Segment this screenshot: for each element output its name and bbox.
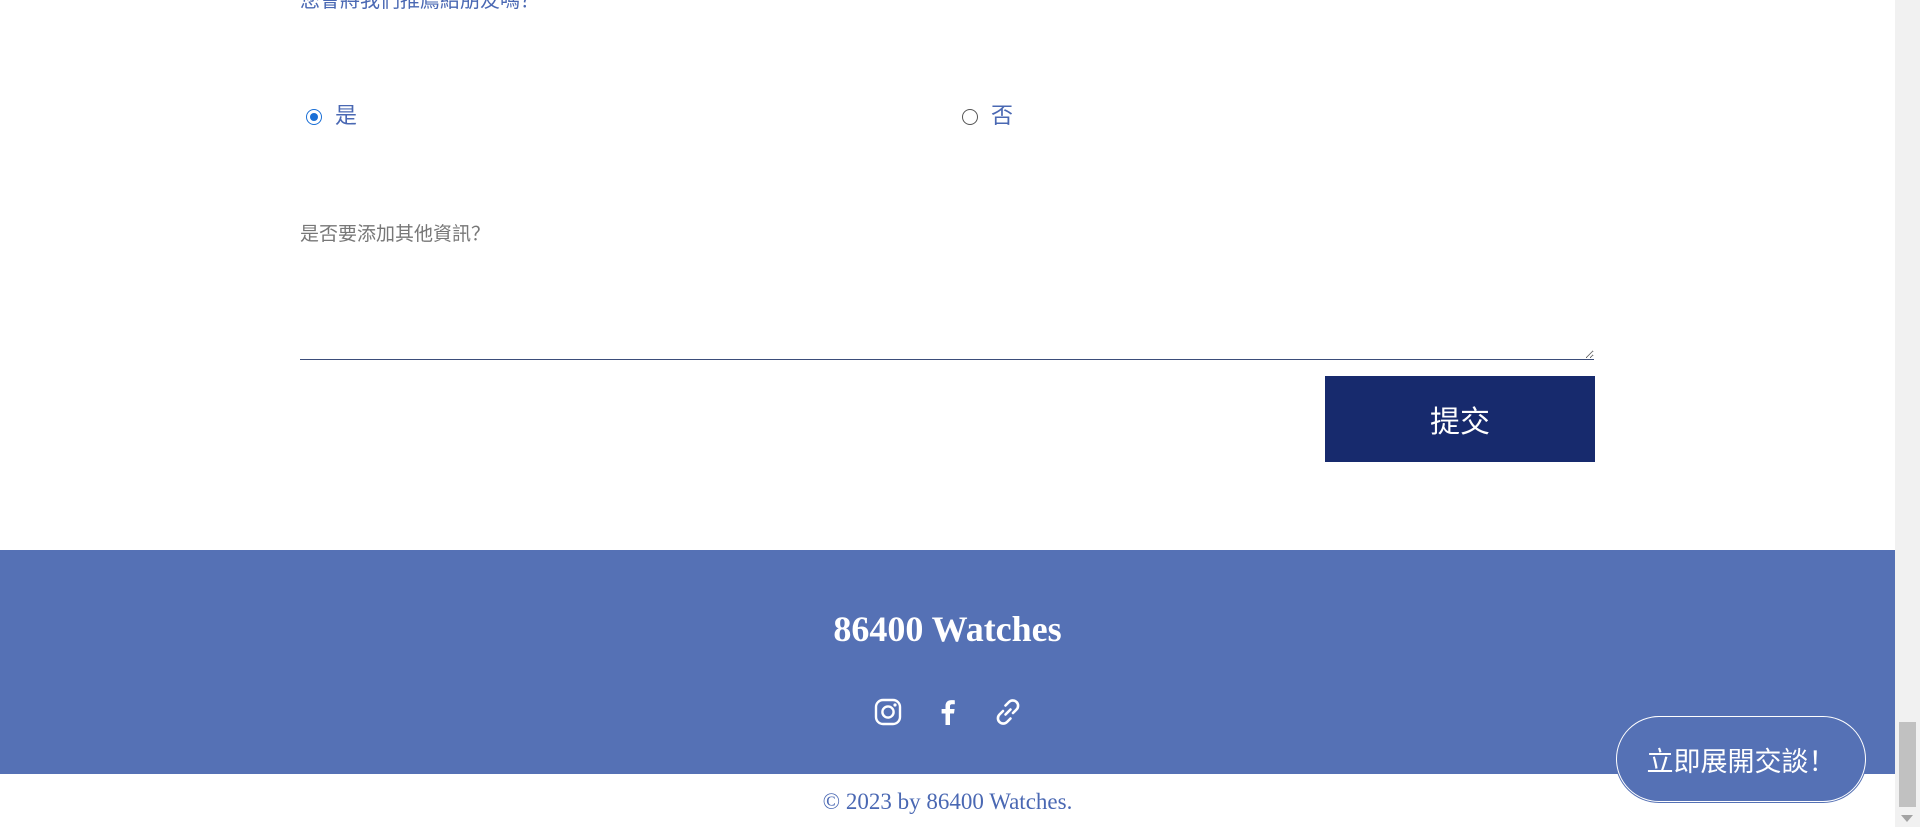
- radio-label-yes: 是: [335, 104, 358, 129]
- scroll-down-arrow-icon[interactable]: [1901, 815, 1913, 822]
- link-icon[interactable]: [992, 694, 1024, 730]
- copyright-text: © 2023 by 86400 Watches.: [822, 789, 1073, 814]
- extra-info-label: 是否要添加其他資訊？: [300, 223, 491, 245]
- social-bar: [0, 694, 1895, 730]
- start-chat-button[interactable]: 立即展開交談！: [1616, 716, 1866, 802]
- facebook-icon[interactable]: [932, 694, 964, 730]
- footer-brand-title: 86400 Watches: [833, 609, 1062, 649]
- footer: [0, 550, 1895, 774]
- page-scrollbar[interactable]: [1895, 0, 1920, 827]
- submit-button[interactable]: 提交: [1325, 376, 1595, 462]
- page: 您會將我們推薦給朋友嗎？ 是 否 是否要添加其他資訊？ 提交 86400 Wat…: [0, 0, 1920, 827]
- instagram-icon[interactable]: [872, 694, 904, 730]
- radio-label-no: 否: [991, 104, 1014, 129]
- extra-info-textarea[interactable]: [300, 256, 1594, 360]
- radio-button-yes[interactable]: [306, 109, 322, 125]
- radio-option-yes[interactable]: 是: [306, 103, 357, 131]
- radio-button-no[interactable]: [962, 109, 978, 125]
- recommend-question-label: 您會將我們推薦給朋友嗎？: [300, 0, 540, 12]
- scrollbar-thumb[interactable]: [1899, 722, 1916, 807]
- radio-option-no[interactable]: 否: [962, 103, 1013, 131]
